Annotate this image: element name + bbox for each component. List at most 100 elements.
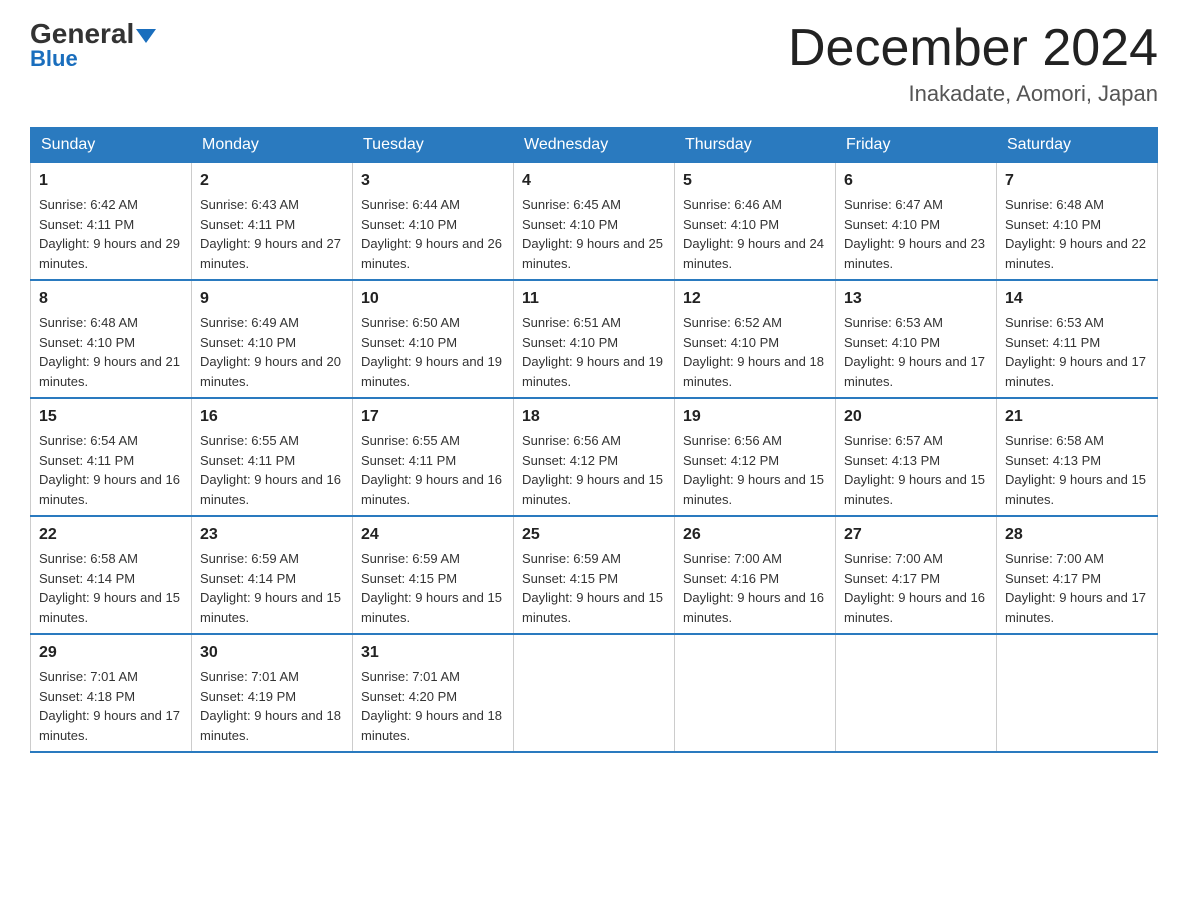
day-number: 8 (39, 287, 183, 311)
table-row (514, 634, 675, 752)
sunset-text: Sunset: 4:19 PM (200, 689, 296, 704)
table-row (836, 634, 997, 752)
daylight-text: Daylight: 9 hours and 15 minutes. (1005, 472, 1146, 507)
day-number: 12 (683, 287, 827, 311)
sunrise-text: Sunrise: 6:54 AM (39, 433, 138, 448)
sunrise-text: Sunrise: 7:00 AM (683, 551, 782, 566)
logo-triangle-icon (136, 29, 156, 43)
sunset-text: Sunset: 4:14 PM (39, 571, 135, 586)
sunrise-text: Sunrise: 7:01 AM (39, 669, 138, 684)
table-row: 21Sunrise: 6:58 AMSunset: 4:13 PMDayligh… (997, 398, 1158, 516)
day-number: 27 (844, 523, 988, 547)
daylight-text: Daylight: 9 hours and 29 minutes. (39, 236, 180, 271)
day-number: 17 (361, 405, 505, 429)
sunrise-text: Sunrise: 6:50 AM (361, 315, 460, 330)
sunrise-text: Sunrise: 7:01 AM (361, 669, 460, 684)
sunrise-text: Sunrise: 6:56 AM (522, 433, 621, 448)
sunrise-text: Sunrise: 6:58 AM (39, 551, 138, 566)
header-wednesday: Wednesday (514, 128, 675, 163)
sunrise-text: Sunrise: 6:53 AM (1005, 315, 1104, 330)
sunset-text: Sunset: 4:10 PM (844, 335, 940, 350)
day-number: 29 (39, 641, 183, 665)
sunset-text: Sunset: 4:12 PM (522, 453, 618, 468)
daylight-text: Daylight: 9 hours and 25 minutes. (522, 236, 663, 271)
daylight-text: Daylight: 9 hours and 16 minutes. (200, 472, 341, 507)
sunrise-text: Sunrise: 6:48 AM (1005, 197, 1104, 212)
sunrise-text: Sunrise: 6:51 AM (522, 315, 621, 330)
table-row: 2Sunrise: 6:43 AMSunset: 4:11 PMDaylight… (192, 163, 353, 281)
table-row: 4Sunrise: 6:45 AMSunset: 4:10 PMDaylight… (514, 163, 675, 281)
daylight-text: Daylight: 9 hours and 15 minutes. (200, 590, 341, 625)
sunset-text: Sunset: 4:10 PM (844, 217, 940, 232)
calendar-week-row: 29Sunrise: 7:01 AMSunset: 4:18 PMDayligh… (31, 634, 1158, 752)
day-number: 30 (200, 641, 344, 665)
page-header: General Blue December 2024 Inakadate, Ao… (30, 20, 1158, 107)
table-row: 13Sunrise: 6:53 AMSunset: 4:10 PMDayligh… (836, 280, 997, 398)
sunrise-text: Sunrise: 6:42 AM (39, 197, 138, 212)
daylight-text: Daylight: 9 hours and 19 minutes. (361, 354, 502, 389)
daylight-text: Daylight: 9 hours and 16 minutes. (39, 472, 180, 507)
daylight-text: Daylight: 9 hours and 21 minutes. (39, 354, 180, 389)
daylight-text: Daylight: 9 hours and 19 minutes. (522, 354, 663, 389)
logo-blue: Blue (30, 46, 78, 72)
sunrise-text: Sunrise: 6:53 AM (844, 315, 943, 330)
daylight-text: Daylight: 9 hours and 17 minutes. (1005, 590, 1146, 625)
day-number: 16 (200, 405, 344, 429)
table-row: 20Sunrise: 6:57 AMSunset: 4:13 PMDayligh… (836, 398, 997, 516)
calendar-table: Sunday Monday Tuesday Wednesday Thursday… (30, 127, 1158, 753)
day-number: 7 (1005, 169, 1149, 193)
sunset-text: Sunset: 4:10 PM (683, 335, 779, 350)
daylight-text: Daylight: 9 hours and 15 minutes. (844, 472, 985, 507)
sunset-text: Sunset: 4:20 PM (361, 689, 457, 704)
sunrise-text: Sunrise: 7:00 AM (844, 551, 943, 566)
sunset-text: Sunset: 4:10 PM (361, 335, 457, 350)
sunset-text: Sunset: 4:11 PM (1005, 335, 1100, 350)
day-number: 4 (522, 169, 666, 193)
day-number: 22 (39, 523, 183, 547)
sunset-text: Sunset: 4:18 PM (39, 689, 135, 704)
day-number: 25 (522, 523, 666, 547)
location: Inakadate, Aomori, Japan (788, 81, 1158, 107)
header-saturday: Saturday (997, 128, 1158, 163)
sunrise-text: Sunrise: 6:56 AM (683, 433, 782, 448)
daylight-text: Daylight: 9 hours and 23 minutes. (844, 236, 985, 271)
table-row: 3Sunrise: 6:44 AMSunset: 4:10 PMDaylight… (353, 163, 514, 281)
sunrise-text: Sunrise: 6:57 AM (844, 433, 943, 448)
table-row (675, 634, 836, 752)
sunrise-text: Sunrise: 6:46 AM (683, 197, 782, 212)
table-row: 24Sunrise: 6:59 AMSunset: 4:15 PMDayligh… (353, 516, 514, 634)
daylight-text: Daylight: 9 hours and 15 minutes. (361, 590, 502, 625)
daylight-text: Daylight: 9 hours and 27 minutes. (200, 236, 341, 271)
table-row: 22 Sunrise: 6:58 AM Sunset: 4:14 PM Dayligh… (31, 516, 192, 634)
sunset-text: Sunset: 4:11 PM (200, 217, 295, 232)
table-row: 23Sunrise: 6:59 AMSunset: 4:14 PMDayligh… (192, 516, 353, 634)
day-number: 3 (361, 169, 505, 193)
sunset-text: Sunset: 4:10 PM (1005, 217, 1101, 232)
daylight-text: Daylight: 9 hours and 15 minutes. (683, 472, 824, 507)
table-row: 17Sunrise: 6:55 AMSunset: 4:11 PMDayligh… (353, 398, 514, 516)
header-friday: Friday (836, 128, 997, 163)
daylight-text: Daylight: 9 hours and 15 minutes. (39, 590, 180, 625)
table-row: 11Sunrise: 6:51 AMSunset: 4:10 PMDayligh… (514, 280, 675, 398)
daylight-text: Daylight: 9 hours and 16 minutes. (361, 472, 502, 507)
day-number: 15 (39, 405, 183, 429)
table-row: 10 Sunrise: 6:50 AM Sunset: 4:10 PM Dayligh… (353, 280, 514, 398)
daylight-text: Daylight: 9 hours and 16 minutes. (844, 590, 985, 625)
header-thursday: Thursday (675, 128, 836, 163)
weekday-header-row: Sunday Monday Tuesday Wednesday Thursday… (31, 128, 1158, 163)
month-title: December 2024 (788, 20, 1158, 77)
day-number: 10 (361, 287, 505, 311)
table-row: 18Sunrise: 6:56 AMSunset: 4:12 PMDayligh… (514, 398, 675, 516)
sunrise-text: Sunrise: 6:52 AM (683, 315, 782, 330)
sunrise-text: Sunrise: 6:48 AM (39, 315, 138, 330)
day-number: 13 (844, 287, 988, 311)
table-row: 15Sunrise: 6:54 AMSunset: 4:11 PMDayligh… (31, 398, 192, 516)
day-number: 1 (39, 169, 183, 193)
daylight-text: Daylight: 9 hours and 15 minutes. (522, 472, 663, 507)
sunset-text: Sunset: 4:17 PM (844, 571, 940, 586)
header-tuesday: Tuesday (353, 128, 514, 163)
sunset-text: Sunset: 4:17 PM (1005, 571, 1101, 586)
calendar-week-row: 8 Sunrise: 6:48 AM Sunset: 4:10 PM Daylight… (31, 280, 1158, 398)
sunrise-text: Sunrise: 6:44 AM (361, 197, 460, 212)
table-row: 25Sunrise: 6:59 AMSunset: 4:15 PMDayligh… (514, 516, 675, 634)
